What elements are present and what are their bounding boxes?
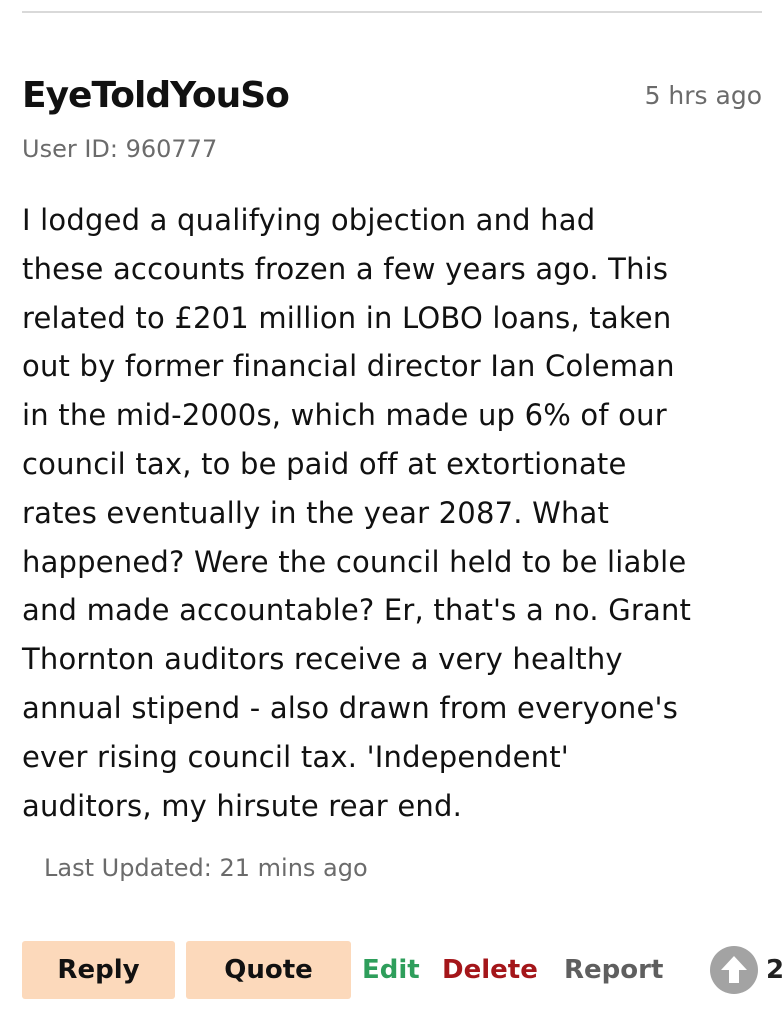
comment-action-bar: Reply Quote Edit Delete Report 2 [22,941,784,999]
upvote-button[interactable] [710,946,758,994]
reply-button[interactable]: Reply [22,941,175,999]
comment-body: I lodged a qualifying objection and had … [22,203,692,823]
edit-link[interactable]: Edit [362,941,420,999]
username[interactable]: EyeToldYouSo [22,74,290,118]
arrow-up-circle-icon [721,956,747,983]
user-id: User ID: 960777 [22,135,218,163]
quote-button[interactable]: Quote [186,941,351,999]
report-link[interactable]: Report [564,941,663,999]
last-updated: Last Updated: 21 mins ago [44,854,368,882]
vote-count: 2 [766,955,784,985]
comment-timestamp: 5 hrs ago [644,81,762,110]
top-divider [22,11,762,13]
delete-link[interactable]: Delete [442,941,538,999]
